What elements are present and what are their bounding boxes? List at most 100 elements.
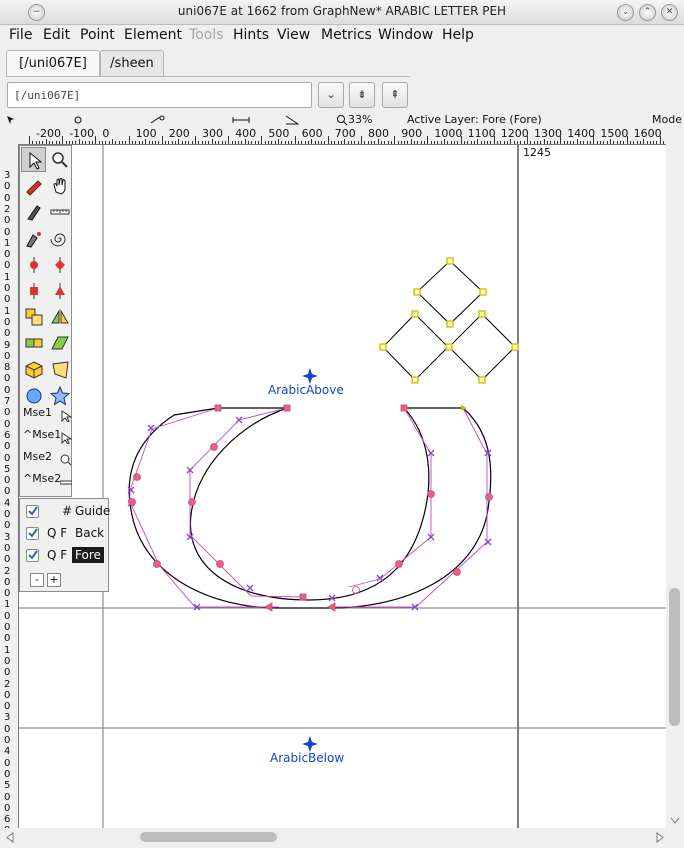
tab-sheen[interactable]: /sheen [100, 50, 164, 76]
glyph-sequence-input[interactable]: [/uni067E] [7, 82, 312, 108]
star-tool[interactable] [47, 383, 72, 408]
vruler-digit: 1 [4, 644, 11, 656]
freehand-tool[interactable] [21, 173, 46, 198]
scroll-down-icon[interactable] [670, 817, 680, 825]
vruler-digit: 0 [4, 622, 11, 633]
layer-row-fore[interactable]: Q F Fore [24, 546, 108, 564]
ruler-tick [457, 141, 459, 144]
tangent-point-tool[interactable] [47, 278, 72, 303]
layer-row-back[interactable]: Q F Back [24, 524, 108, 542]
magnify-tool[interactable] [47, 147, 72, 172]
curve-point-icon [30, 256, 38, 273]
ruler-tick [649, 141, 651, 144]
spiral-tool[interactable] [47, 226, 72, 251]
glyph-drawing[interactable]: 1245 ArabicAbove ArabicBelow [19, 145, 666, 828]
pen-tool[interactable] [21, 199, 46, 224]
previous-glyph-button[interactable]: ⇟ [349, 82, 375, 108]
corner-point-tool[interactable] [21, 278, 46, 303]
horizontal-scroll-thumb[interactable] [140, 832, 277, 842]
maximize-button[interactable]: ⌃ [639, 4, 656, 21]
glyph-dropdown-button[interactable]: ⌄ [318, 82, 344, 108]
ruler-tick [380, 141, 382, 144]
scroll-tool[interactable] [47, 173, 72, 198]
vertical-scrollbar[interactable] [666, 145, 684, 828]
glyph-tabs: [/uni067E] /sheen [0, 50, 684, 78]
next-glyph-button[interactable]: ⇞ [382, 82, 408, 108]
ruler-label: 1300 [534, 127, 562, 140]
menu-help[interactable]: Help [442, 27, 474, 43]
on-curve-points[interactable] [128, 404, 493, 612]
ruler-label: 1100 [467, 127, 496, 140]
menu-edit[interactable]: Edit [43, 27, 70, 43]
ruler-tick [198, 141, 200, 144]
ruler-tick [341, 141, 343, 144]
ellipse-tool[interactable] [21, 383, 46, 408]
ruler-tick [553, 141, 555, 144]
ruler-icon [50, 209, 70, 215]
anchor-above[interactable]: ArabicAbove [268, 368, 344, 397]
scroll-right-icon[interactable] [656, 832, 664, 843]
add-layer-button[interactable]: + [47, 573, 61, 587]
ruler-tick [643, 139, 645, 144]
menu-window[interactable]: Window [378, 27, 433, 43]
ruler-tick [155, 141, 157, 144]
layer-back-visible-checkbox[interactable] [26, 527, 39, 540]
vruler-digit: 0 [4, 418, 11, 430]
spiro-tool[interactable] [21, 226, 46, 251]
layer-back-name[interactable]: Back [72, 525, 107, 541]
menu-hints[interactable]: Hints [233, 27, 269, 43]
ruler-tick [42, 141, 44, 144]
ruler-tick [470, 141, 472, 144]
hvcurve-point-tool[interactable] [47, 252, 72, 277]
ruler-label: 1600 [633, 127, 662, 140]
freehand-icon [26, 180, 42, 196]
ruler-tick [493, 136, 495, 144]
off-curve-points[interactable] [127, 416, 492, 611]
skew-tool[interactable] [47, 330, 72, 355]
perspective-tool[interactable] [47, 357, 72, 382]
mouse-tool-icon [60, 480, 72, 485]
layer-guide-visible-checkbox[interactable] [26, 505, 39, 518]
ruler-tool[interactable] [47, 199, 72, 224]
layer-row-guide[interactable]: # Guide [24, 502, 110, 520]
minimize-button[interactable]: ⌄ [617, 4, 634, 21]
flip-tool[interactable] [47, 304, 72, 329]
tab-uni067e[interactable]: [/uni067E] [6, 50, 100, 76]
menu-file[interactable]: File [9, 27, 32, 43]
remove-layer-button[interactable]: - [30, 573, 44, 587]
vertical-scroll-thumb[interactable] [669, 588, 680, 726]
ruler-tick [357, 141, 359, 144]
scale-tool[interactable] [21, 304, 46, 329]
horizontal-scrollbar[interactable] [0, 828, 684, 848]
scroll-left-icon[interactable] [6, 832, 14, 843]
ruler-tick [125, 141, 127, 144]
glyph-canvas[interactable]: 1245 ArabicAbove ArabicBelow [19, 145, 666, 828]
ruler-tick [274, 141, 276, 144]
layer-guide-name[interactable]: Guide [72, 503, 113, 519]
vruler-digit: 0 [4, 249, 11, 261]
menu-metrics[interactable]: Metrics [321, 27, 372, 43]
mouse-binding-label: Mse2 [23, 450, 52, 463]
menu-point[interactable]: Point [80, 27, 115, 43]
layer-fore-name[interactable]: Fore [72, 547, 104, 563]
glyph-outline[interactable] [128, 407, 492, 609]
close-button[interactable]: ✕ [661, 4, 678, 21]
3d-rotate-icon [25, 361, 43, 379]
ruler-tick [576, 139, 578, 144]
menu-element[interactable]: Element [124, 27, 182, 43]
ruler-tick [102, 141, 104, 144]
ruler-tick [334, 141, 336, 144]
ruler-tick [659, 136, 661, 144]
menu-view[interactable]: View [277, 27, 310, 43]
layer-fore-visible-checkbox[interactable] [26, 549, 39, 562]
3d-rotate-tool[interactable] [21, 357, 46, 382]
ruler-tick [560, 136, 562, 144]
curve-point-tool[interactable] [21, 252, 46, 277]
scroll-icon [53, 178, 66, 195]
ruler-tick [128, 136, 130, 144]
vruler-digit: 6 [4, 814, 11, 826]
ruler-tick [483, 141, 485, 144]
rotate-tool[interactable] [21, 330, 46, 355]
pointer-tool[interactable] [21, 147, 46, 172]
anchor-below[interactable]: ArabicBelow [270, 736, 344, 765]
